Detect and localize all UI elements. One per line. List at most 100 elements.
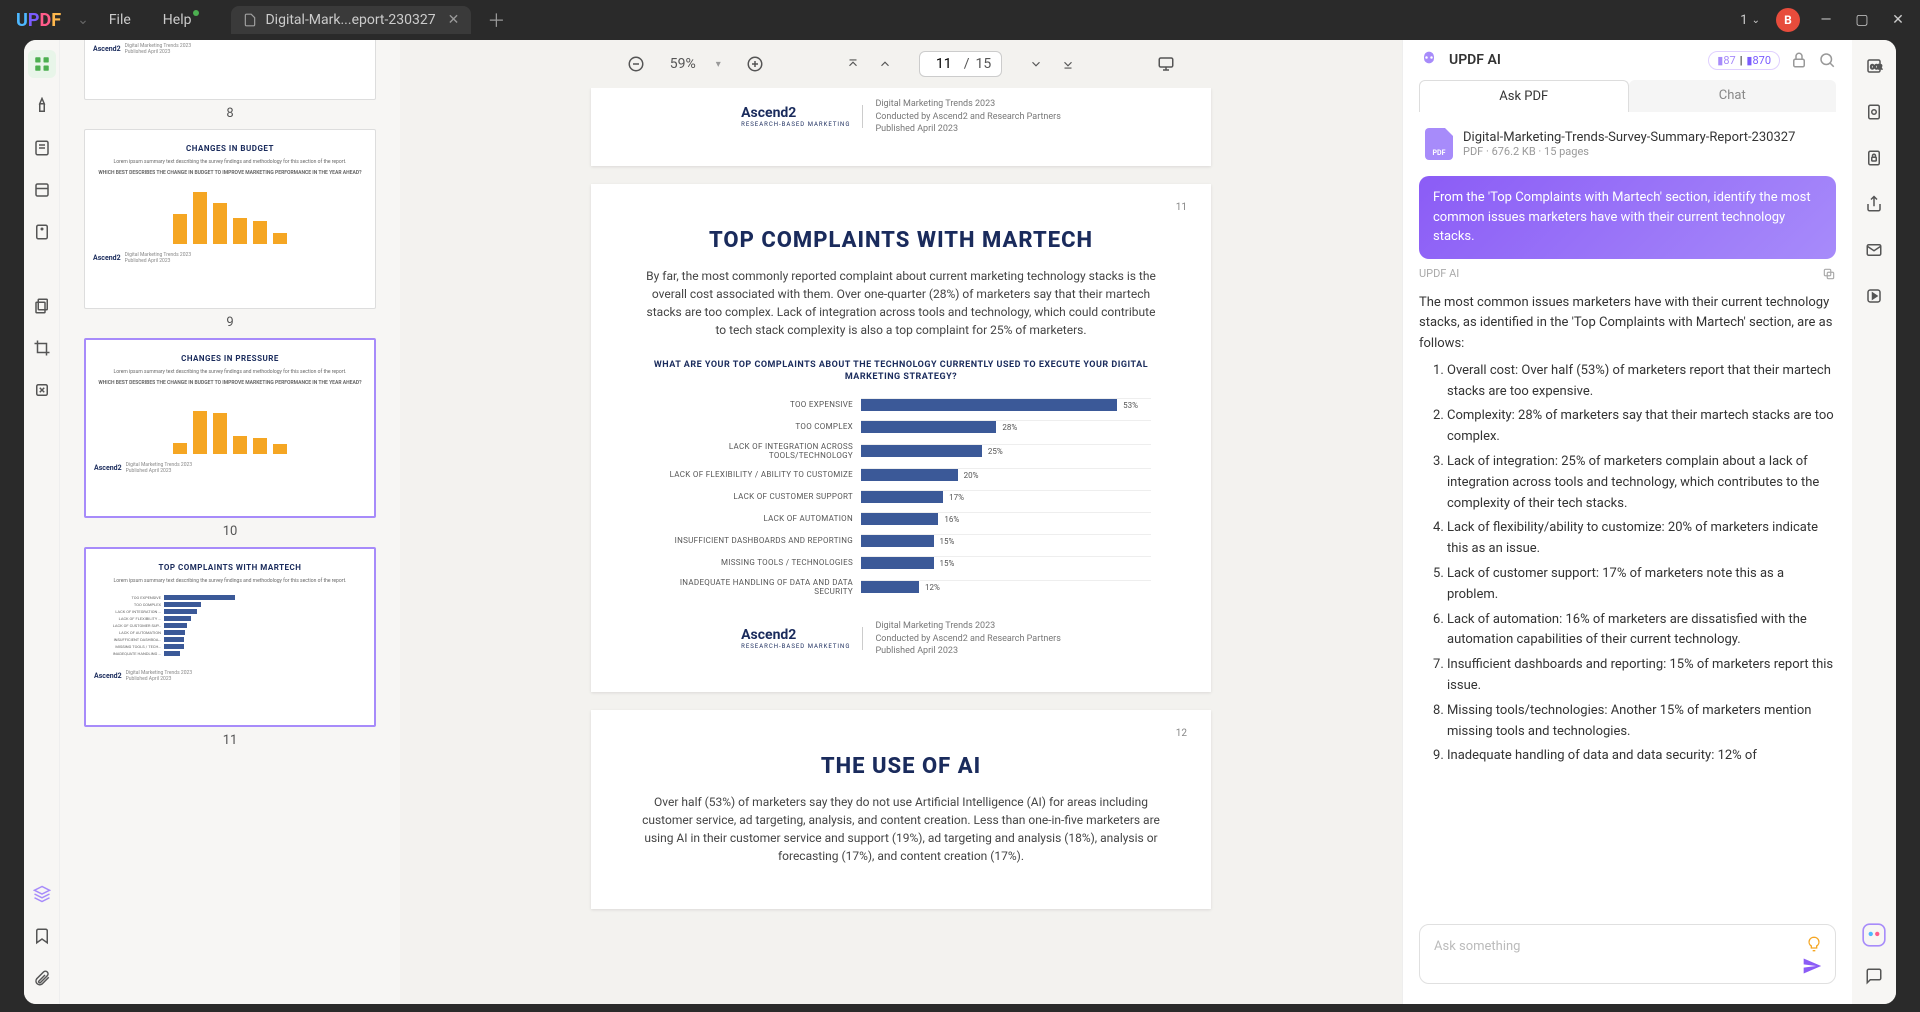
user-avatar[interactable]: B (1776, 8, 1800, 32)
thumbnail-page-9[interactable]: CHANGES IN BUDGETLorem ipsum summary tex… (84, 129, 376, 330)
chart-row: LACK OF AUTOMATION16% (651, 512, 1151, 526)
complaints-chart: TOO EXPENSIVE53% TOO COMPLEX28% LACK OF IN… (651, 398, 1151, 596)
page-title: TOP COMPLAINTS WITH MARTECH (627, 228, 1175, 253)
last-page-button[interactable] (1054, 50, 1082, 78)
share-icon[interactable] (1860, 190, 1888, 218)
bot-list-item: Lack of customer support: 17% of markete… (1447, 564, 1836, 606)
page-title: THE USE OF AI (627, 754, 1175, 779)
zoom-in-button[interactable] (741, 50, 769, 78)
pdf-icon: PDF (1425, 128, 1453, 160)
user-message: From the 'Top Complaints with Martech' s… (1419, 176, 1836, 259)
window-counter[interactable]: 1 ⌄ (1740, 13, 1760, 28)
zoom-select[interactable]: 59%▾ (670, 56, 721, 72)
page-separator: / (964, 56, 970, 72)
bot-list-item: Lack of flexibility/ability to customize… (1447, 518, 1836, 560)
stamp-play-icon[interactable] (1860, 282, 1888, 310)
viewer-toolbar: 59%▾ / 15 (400, 40, 1402, 88)
ai-file-card[interactable]: PDF Digital-Marketing-Trends-Survey-Summ… (1419, 122, 1836, 166)
right-rail: OCR (1852, 40, 1896, 1004)
bot-list-item: Inadequate handling of data and data sec… (1447, 746, 1836, 767)
menu-help[interactable]: Help (163, 12, 192, 28)
next-page-button[interactable] (1022, 50, 1050, 78)
thumbnail-page-8[interactable]: CHANGES IN BUDGETLorem ipsum summary tex… (84, 40, 376, 121)
ai-panel-title: UPDF AI (1449, 52, 1698, 68)
maximize-button[interactable]: ▢ (1852, 10, 1872, 30)
copy-pages-icon[interactable] (28, 292, 56, 320)
comment-icon[interactable] (1860, 962, 1888, 990)
page-input[interactable]: / 15 (919, 51, 1003, 77)
crop-icon[interactable] (28, 334, 56, 362)
tab-chat[interactable]: Chat (1629, 80, 1837, 112)
minimize-button[interactable]: — (1816, 10, 1836, 30)
tab-title: Digital-Mark...eport-230327 (265, 12, 435, 28)
extract-icon[interactable] (1860, 98, 1888, 126)
current-page-field[interactable] (930, 56, 958, 72)
tab-ask-pdf[interactable]: Ask PDF (1419, 80, 1629, 112)
ocr-icon[interactable]: OCR (1860, 52, 1888, 80)
ai-file-name: Digital-Marketing-Trends-Survey-Summary-… (1463, 130, 1795, 145)
thumbnail-page-11[interactable]: TOP COMPLAINTS WITH MARTECHLorem ipsum s… (84, 547, 376, 748)
first-page-button[interactable] (839, 50, 867, 78)
ai-credits[interactable]: ▮87 | ▮870 (1708, 51, 1780, 70)
search-icon[interactable] (1818, 51, 1836, 69)
thumbnails-button[interactable] (28, 50, 56, 78)
copy-icon[interactable] (1822, 267, 1836, 281)
chevron-down-icon[interactable]: ⌄ (77, 12, 89, 28)
bot-list-item: Complexity: 28% of marketers say that th… (1447, 406, 1836, 448)
prev-page-button[interactable] (871, 50, 899, 78)
bookmark-list-icon[interactable] (28, 134, 56, 162)
protect-icon[interactable] (1860, 144, 1888, 172)
ai-chat-scroll[interactable]: From the 'Top Complaints with Martech' s… (1403, 176, 1852, 912)
highlighter-icon[interactable] (28, 92, 56, 120)
email-icon[interactable] (1860, 236, 1888, 264)
document-tab[interactable]: Digital-Mark...eport-230327 ✕ (231, 6, 471, 34)
page-intro: By far, the most commonly reported compl… (641, 267, 1161, 339)
chart-row: TOO EXPENSIVE53% (651, 398, 1151, 412)
ai-panel: UPDF AI ▮87 | ▮870 Ask PDF Chat PDF Digi… (1402, 40, 1852, 1004)
send-button[interactable] (1802, 956, 1822, 976)
document-scroll[interactable]: Ascend2RESEARCH-BASED MARKETING Digital … (400, 88, 1402, 1004)
main-window: CHANGES IN BUDGETLorem ipsum summary tex… (24, 40, 1896, 1004)
ai-file-meta: PDF · 676.2 KB · 15 pages (1463, 145, 1795, 158)
ai-assistant-fab[interactable] (1861, 922, 1887, 948)
lightbulb-icon[interactable] (1806, 936, 1822, 952)
presentation-button[interactable] (1152, 50, 1180, 78)
chart-row: LACK OF FLEXIBILITY / ABILITY TO CUSTOMI… (651, 468, 1151, 482)
chart-row: INSUFFICIENT DASHBOARDS AND REPORTING15% (651, 534, 1151, 548)
chart-row: TOO COMPLEX28% (651, 420, 1151, 434)
layers-icon[interactable] (28, 880, 56, 908)
chart-row: LACK OF INTEGRATION ACROSS TOOLS/TECHNOL… (651, 442, 1151, 460)
transform-icon[interactable] (28, 376, 56, 404)
lock-icon[interactable] (1790, 51, 1808, 69)
bot-list-item: Insufficient dashboards and reporting: 1… (1447, 655, 1836, 697)
page-number: 11 (1176, 202, 1187, 213)
ai-input[interactable] (1419, 924, 1836, 984)
form-icon[interactable] (28, 218, 56, 246)
title-bar: UPDF ⌄ File Help Digital-Mark...eport-23… (0, 0, 1920, 40)
bot-list-item: Lack of automation: 16% of marketers are… (1447, 610, 1836, 652)
outline-icon[interactable] (28, 176, 56, 204)
app-logo: UPDF (16, 10, 61, 31)
zoom-out-button[interactable] (622, 50, 650, 78)
close-window-button[interactable]: ✕ (1888, 10, 1908, 30)
bot-list-item: Lack of integration: 25% of marketers co… (1447, 452, 1836, 514)
page-12: 12 THE USE OF AI Over half (53%) of mark… (591, 710, 1211, 909)
total-pages: 15 (976, 56, 992, 72)
chart-row: MISSING TOOLS / TECHNOLOGIES15% (651, 556, 1151, 570)
thumbnails-panel[interactable]: CHANGES IN BUDGETLorem ipsum summary tex… (60, 40, 400, 1004)
add-tab-button[interactable]: ＋ (487, 7, 505, 33)
bookmark-icon[interactable] (28, 922, 56, 950)
updf-ai-icon (1419, 50, 1439, 70)
close-tab-button[interactable]: ✕ (448, 12, 460, 28)
bot-message: The most common issues marketers have wi… (1419, 289, 1836, 776)
page-11: 11 TOP COMPLAINTS WITH MARTECH By far, t… (591, 184, 1211, 692)
svg-text:OCR: OCR (1870, 64, 1882, 71)
menu-file[interactable]: File (109, 12, 131, 28)
page-intro: Over half (53%) of marketers say they do… (641, 793, 1161, 865)
attachment-icon[interactable] (28, 964, 56, 992)
bot-list-item: Missing tools/technologies: Another 15% … (1447, 701, 1836, 743)
chart-row: LACK OF CUSTOMER SUPPORT17% (651, 490, 1151, 504)
chart-row: INADEQUATE HANDLING OF DATA AND DATA SEC… (651, 578, 1151, 596)
thumbnail-page-10[interactable]: CHANGES IN PRESSURELorem ipsum summary t… (84, 338, 376, 539)
bot-label: UPDF AI (1419, 267, 1459, 280)
